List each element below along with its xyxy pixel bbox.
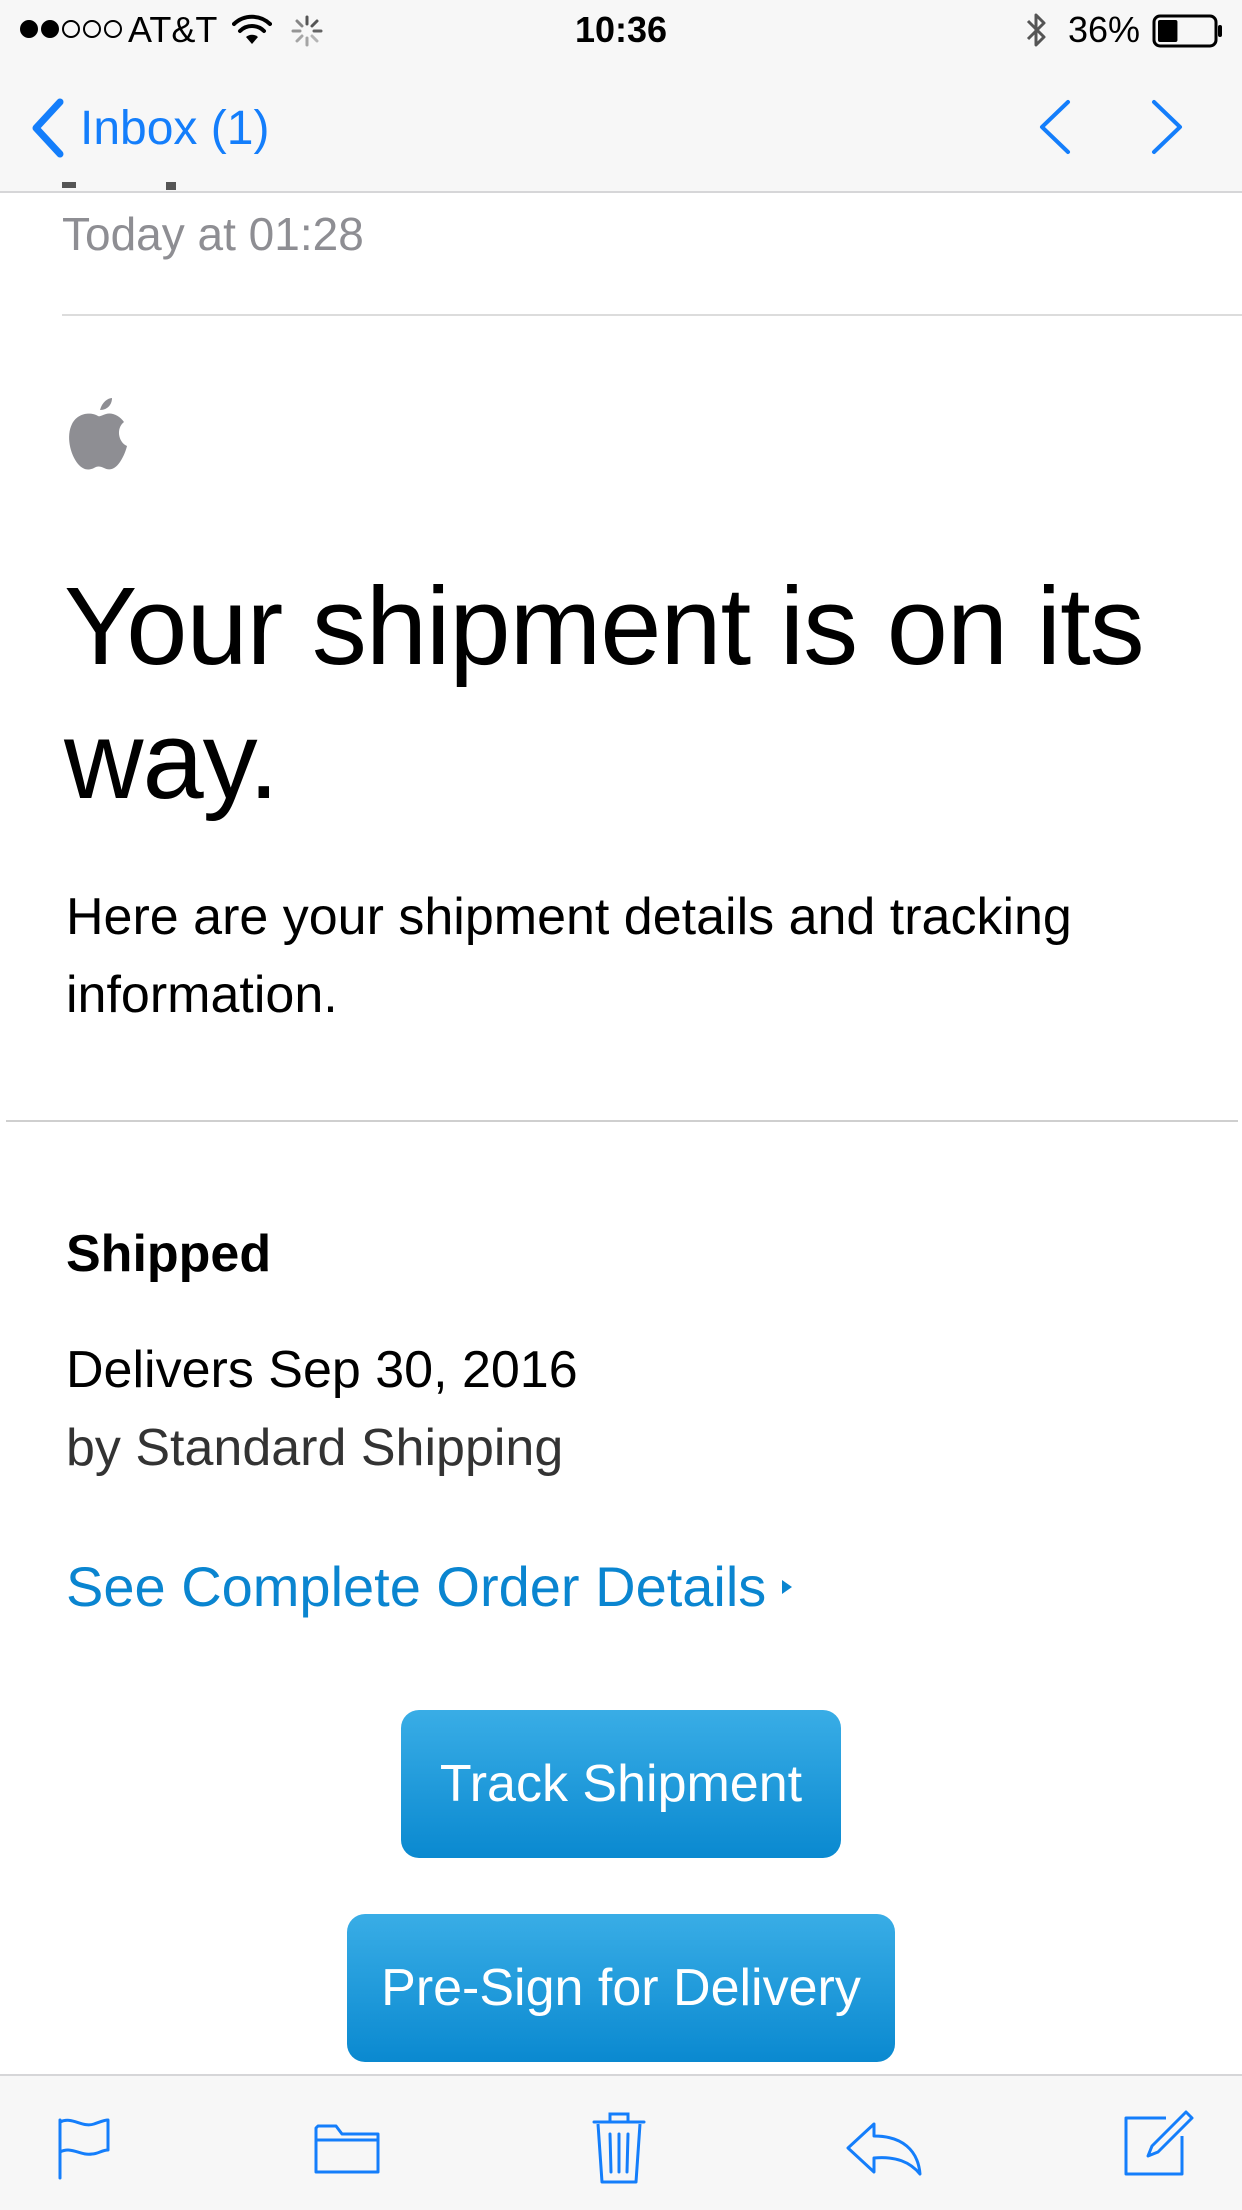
back-to-inbox-button[interactable]: Inbox (1): [30, 90, 269, 166]
status-bar: AT&T 10:36 36%: [0, 0, 1242, 60]
top-bar: AT&T 10:36 36% Inbox (1): [0, 0, 1242, 193]
battery-icon: [1152, 14, 1222, 48]
delivery-date: Delivers Sep 30, 2016: [66, 1341, 578, 1399]
email-intro: Here are your shipment details and track…: [66, 888, 1072, 1024]
folder-icon[interactable]: [314, 2120, 380, 2176]
order-details-link[interactable]: See Complete Order Details: [66, 1552, 794, 1622]
caret-right-icon: [782, 1580, 793, 1594]
email-headline: Your shipment is on its way.: [64, 565, 1145, 822]
shipping-method: by Standard Shipping: [66, 1419, 564, 1477]
header-divider: [62, 314, 1242, 316]
reply-icon[interactable]: [844, 2120, 924, 2176]
flag-icon[interactable]: [56, 2116, 112, 2180]
back-button-label: Inbox (1): [80, 101, 270, 155]
apple-logo-icon: [69, 398, 127, 470]
trash-icon[interactable]: [590, 2110, 648, 2186]
previous-message-chevron-icon[interactable]: [1036, 98, 1072, 156]
compose-icon[interactable]: [1122, 2108, 1196, 2178]
bluetooth-icon: [1026, 13, 1046, 47]
chevron-left-icon: [32, 98, 64, 158]
status-time: 10:36: [574, 9, 668, 50]
next-message-chevron-icon[interactable]: [1150, 98, 1186, 156]
battery-percent: 36%: [1068, 9, 1141, 50]
order-details-link-label: See Complete Order Details: [66, 1555, 767, 1618]
email-date: Today at 01:28: [62, 208, 364, 260]
section-divider: [6, 1120, 1238, 1122]
shipment-status-heading: Shipped: [66, 1225, 272, 1283]
track-shipment-button[interactable]: Track Shipment: [401, 1710, 841, 1858]
sender-name-clipped: [62, 182, 176, 190]
pre-sign-delivery-button[interactable]: Pre-Sign for Delivery: [347, 1914, 895, 2062]
bottom-toolbar: [0, 2074, 1242, 2210]
